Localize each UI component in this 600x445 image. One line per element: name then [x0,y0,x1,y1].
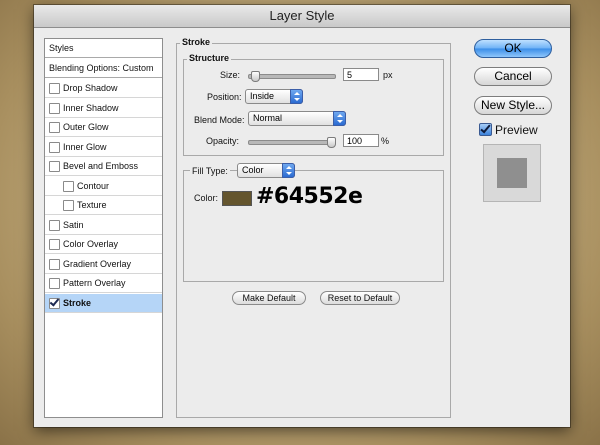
window-title: Layer Style [34,5,570,28]
stroke-title: Stroke [180,37,213,47]
size-unit: px [383,70,393,80]
style-item-label: Satin [63,219,84,230]
style-item-label: Inner Glow [63,141,107,152]
fill-type-select[interactable]: Color [237,163,295,178]
style-item-stroke[interactable]: Stroke [45,293,162,313]
preview-checkbox[interactable] [479,123,492,136]
new-style-button[interactable]: New Style... [474,96,552,115]
style-item-pattern-overlay[interactable]: Pattern Overlay [45,274,162,293]
size-slider-thumb[interactable] [251,71,260,82]
style-item-label: Texture [77,200,107,210]
styles-list: Styles Blending Options: Custom Drop Sha… [44,38,163,418]
style-item-label: Pattern Overlay [63,278,126,288]
cancel-button[interactable]: Cancel [474,67,552,86]
blend-mode-value: Normal [253,113,283,123]
opacity-slider-thumb[interactable] [327,137,336,148]
style-item-label: Inner Shadow [63,102,119,113]
color-hex-annotation: #64552e [256,184,363,209]
styles-header-label: Styles [49,43,74,53]
reset-to-default-button[interactable]: Reset to Default [320,291,400,305]
blend-mode-dropdown-arrow-icon [333,111,346,126]
style-item-checkbox[interactable] [49,122,60,133]
opacity-slider[interactable] [248,137,336,148]
opacity-unit: % [381,136,390,146]
style-preview-swatch [497,158,527,188]
style-preview [483,144,541,202]
fill-type-label: Fill Type: [190,166,230,176]
style-item-label: Contour [77,180,110,191]
style-item-satin[interactable]: Satin [45,216,162,235]
style-item-checkbox[interactable] [63,200,74,211]
style-item-color-overlay[interactable]: Color Overlay [45,235,162,254]
opacity-label: Opacity: [206,136,240,146]
style-item-inner-shadow[interactable]: Inner Shadow [45,99,162,118]
position-select[interactable]: Inside [245,89,303,104]
style-item-label: Stroke [63,297,92,308]
fill-type-dropdown-arrow-icon [282,163,295,178]
blending-options-label: Blending Options: Custom [49,63,154,73]
styles-header[interactable]: Styles [45,39,162,58]
style-item-checkbox[interactable] [49,239,60,250]
opacity-input[interactable]: 100 [343,134,379,147]
size-label: Size: [220,70,241,80]
style-item-label: Color Overlay [63,239,119,249]
style-item-checkbox[interactable] [49,258,60,270]
style-item-label: Drop Shadow [63,83,118,93]
position-label: Position: [207,92,242,102]
fill-type-value: Color [242,165,264,175]
structure-title: Structure [187,53,232,63]
style-item-label: Bevel and Emboss [63,161,139,171]
preview-label: Preview [495,123,538,137]
style-item-checkbox[interactable] [49,161,60,172]
style-item-checkbox[interactable] [63,180,74,192]
style-item-label: Outer Glow [63,122,109,132]
style-item-gradient-overlay[interactable]: Gradient Overlay [45,255,162,274]
blending-options-item[interactable]: Blending Options: Custom [45,59,162,78]
style-item-checkbox[interactable] [49,83,60,94]
style-item-checkbox[interactable] [49,219,60,231]
style-item-checkbox[interactable] [49,297,60,309]
style-item-checkbox[interactable] [49,278,60,289]
style-item-drop-shadow[interactable]: Drop Shadow [45,79,162,98]
layer-style-dialog: Layer Style Styles Blending Options: Cus… [34,5,570,427]
color-label: Color: [194,193,219,203]
style-item-checkbox[interactable] [49,141,60,153]
size-input[interactable]: 5 [343,68,379,81]
style-item-outer-glow[interactable]: Outer Glow [45,118,162,137]
size-slider[interactable] [248,71,336,82]
style-item-texture[interactable]: Texture [45,196,162,215]
style-item-label: Gradient Overlay [63,258,132,269]
style-item-bevel-and-emboss[interactable]: Bevel and Emboss [45,157,162,176]
blend-mode-label: Blend Mode: [194,115,245,125]
ok-button[interactable]: OK [474,39,552,58]
make-default-button[interactable]: Make Default [232,291,306,305]
position-value: Inside [250,91,275,101]
style-item-inner-glow[interactable]: Inner Glow [45,138,162,157]
stroke-color-swatch[interactable] [222,191,252,206]
blend-mode-select[interactable]: Normal [248,111,346,126]
style-item-contour[interactable]: Contour [45,177,162,196]
style-item-checkbox[interactable] [49,102,60,114]
position-dropdown-arrow-icon [290,89,303,104]
